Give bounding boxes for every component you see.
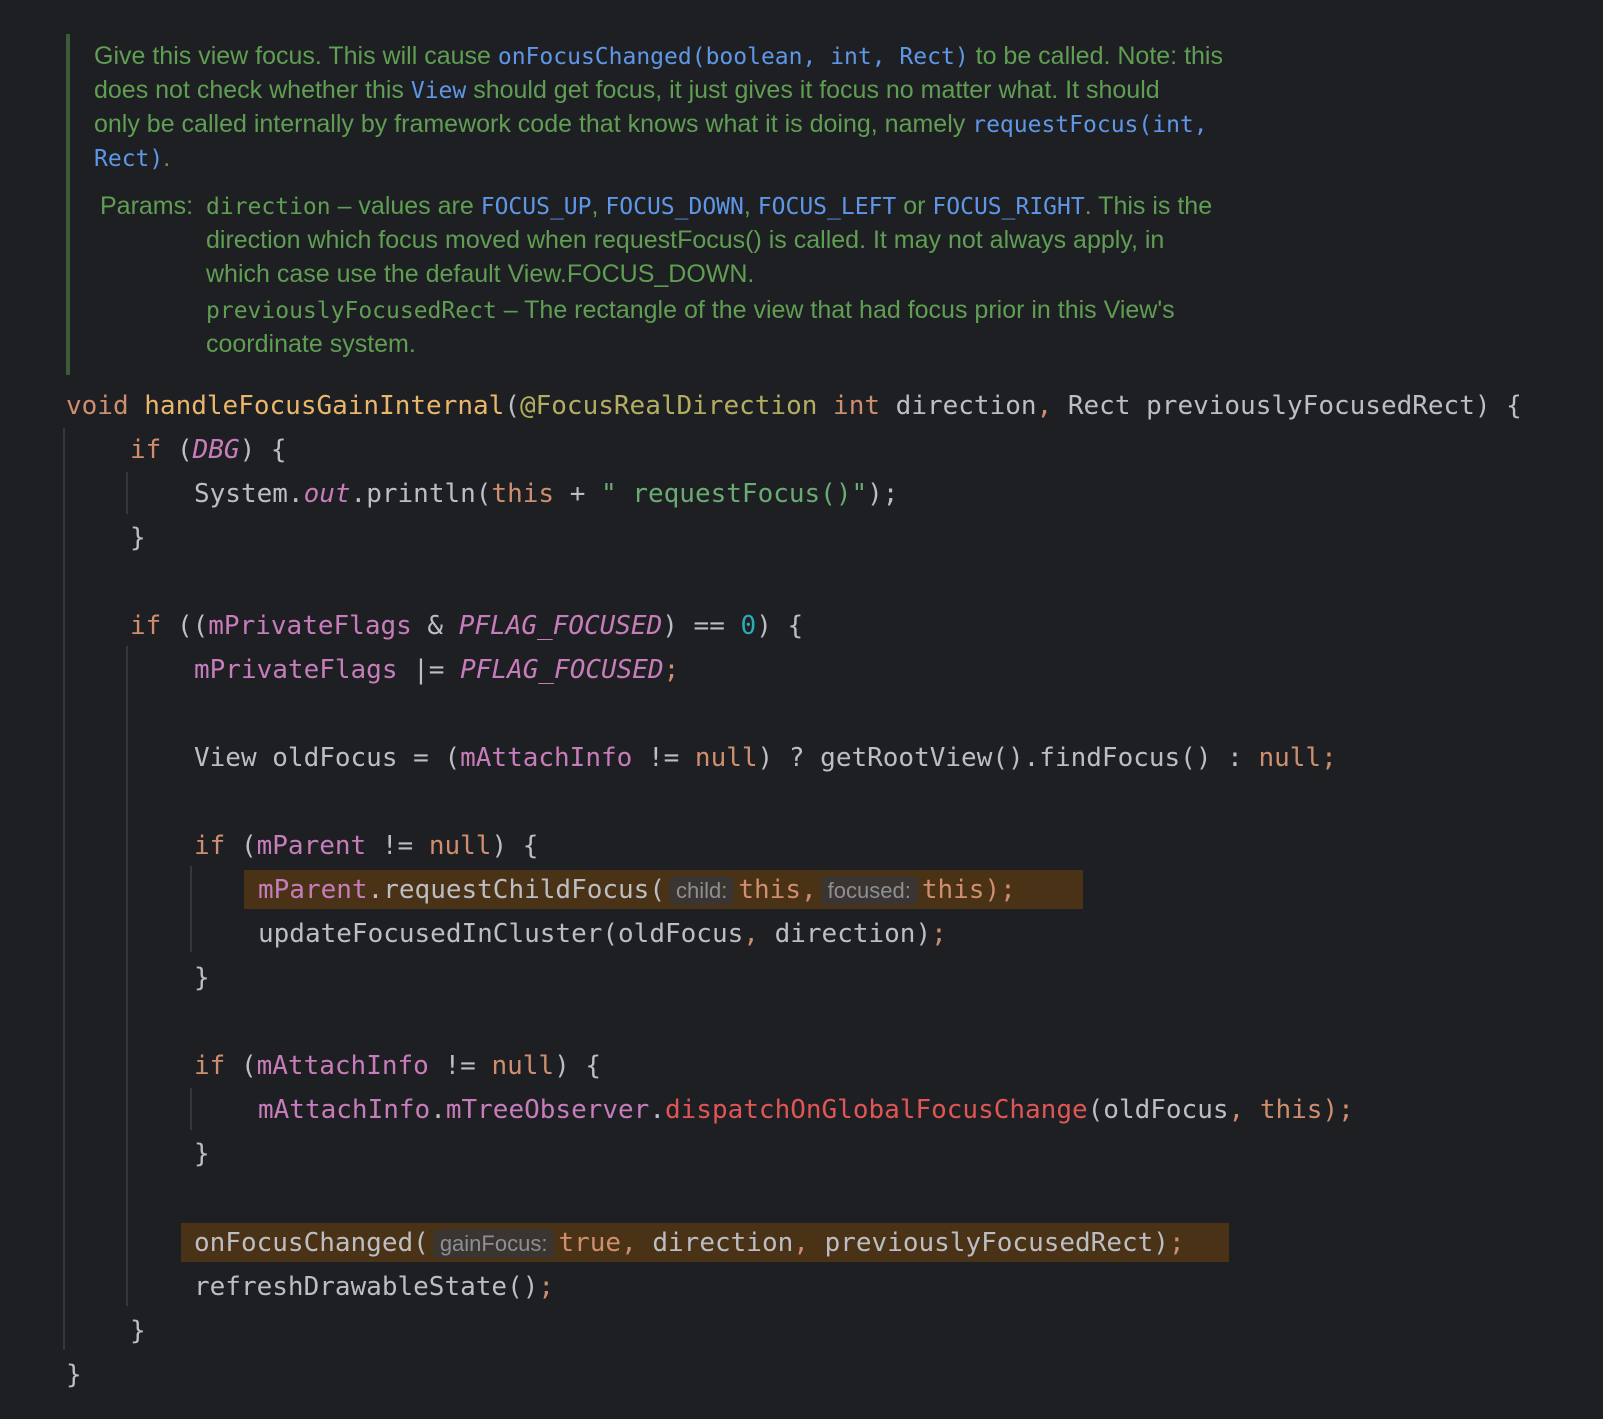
- params-label: Params:: [100, 192, 194, 220]
- indent-guide: [63, 428, 65, 1350]
- code-line-refresh-drawable-state[interactable]: refreshDrawableState();: [194, 1265, 554, 1309]
- doc-link-onfocuschanged[interactable]: onFocusChanged(boolean, int, Rect): [498, 44, 969, 70]
- method-name[interactable]: handleFocusGainInternal: [144, 391, 504, 421]
- doc-link-focus-down[interactable]: FOCUS_DOWN: [605, 194, 743, 220]
- code-line-println[interactable]: System.out.println(this + " requestFocus…: [194, 472, 898, 516]
- code-line-close-brace[interactable]: }: [66, 1353, 82, 1397]
- doc-link-requestfocus[interactable]: requestFocus(int,: [972, 112, 1207, 138]
- code-line-method-signature[interactable]: void handleFocusGainInternal(@FocusRealD…: [66, 384, 1522, 428]
- doc-line-3: only be called internally by framework c…: [94, 110, 1208, 138]
- code-line-on-focus-changed[interactable]: onFocusChanged(gainFocus: true, direction…: [194, 1221, 1185, 1266]
- param-direction-line-3: which case use the default View.FOCUS_DO…: [206, 260, 755, 288]
- code-line-update-cluster[interactable]: updateFocusedInCluster(oldFocus, directi…: [258, 912, 947, 956]
- param-previouslyfocusedrect-line-2: coordinate system.: [206, 330, 416, 358]
- doc-link-view[interactable]: View: [411, 78, 466, 104]
- deprecated-call[interactable]: dispatchOnGlobalFocusChange: [665, 1095, 1088, 1125]
- code-line-close-brace[interactable]: }: [130, 1309, 146, 1353]
- javadoc-comment: Give this view focus. This will cause on…: [66, 34, 1360, 375]
- code-line-old-focus[interactable]: View oldFocus = (mAttachInfo != null) ? …: [194, 736, 1337, 780]
- indent-guide: [190, 1088, 192, 1130]
- doc-link-focus-left[interactable]: FOCUS_LEFT: [758, 194, 896, 220]
- annotation[interactable]: @FocusRealDirection: [520, 391, 817, 421]
- code-line-close-brace[interactable]: }: [194, 1132, 210, 1176]
- indent-guide: [126, 646, 128, 1306]
- param-hint-focused: focused:: [820, 876, 918, 905]
- code-line-dispatch-focus-change[interactable]: mAttachInfo.mTreeObserver.dispatchOnGlob…: [258, 1088, 1354, 1132]
- param-hint-gainfocus: gainFocus:: [432, 1229, 555, 1258]
- doc-link-requestfocus-cont[interactable]: Rect): [94, 146, 163, 172]
- param-hint-child: child:: [669, 876, 735, 905]
- code-line-if-dbg[interactable]: if (DBG) {: [130, 428, 287, 472]
- doc-link-focus-up[interactable]: FOCUS_UP: [481, 194, 592, 220]
- doc-line-2: does not check whether this View should …: [94, 76, 1160, 104]
- indent-guide: [190, 866, 192, 952]
- code-line-close-brace[interactable]: }: [130, 516, 146, 560]
- doc-line-4: Rect).: [94, 144, 171, 172]
- param-direction: direction – values are FOCUS_UP, FOCUS_D…: [206, 192, 1213, 220]
- code-line-if-attach-info[interactable]: if (mAttachInfo != null) {: [194, 1044, 601, 1088]
- code-line-if-parent[interactable]: if (mParent != null) {: [194, 824, 538, 868]
- indent-guide: [126, 472, 128, 514]
- param-direction-line-2: direction which focus moved when request…: [206, 226, 1165, 254]
- doc-line-1: Give this view focus. This will cause on…: [94, 42, 1223, 70]
- param-previouslyfocusedrect: previouslyFocusedRect – The rectangle of…: [206, 296, 1175, 324]
- code-line-close-brace[interactable]: }: [194, 956, 210, 1000]
- code-line-if-flags[interactable]: if ((mPrivateFlags & PFLAG_FOCUSED) == 0…: [130, 604, 803, 648]
- code-line-request-child-focus[interactable]: mParent.requestChildFocus(child: this, foc…: [258, 868, 1016, 913]
- doc-link-focus-right[interactable]: FOCUS_RIGHT: [932, 194, 1084, 220]
- code-line-set-flags[interactable]: mPrivateFlags |= PFLAG_FOCUSED;: [194, 648, 679, 692]
